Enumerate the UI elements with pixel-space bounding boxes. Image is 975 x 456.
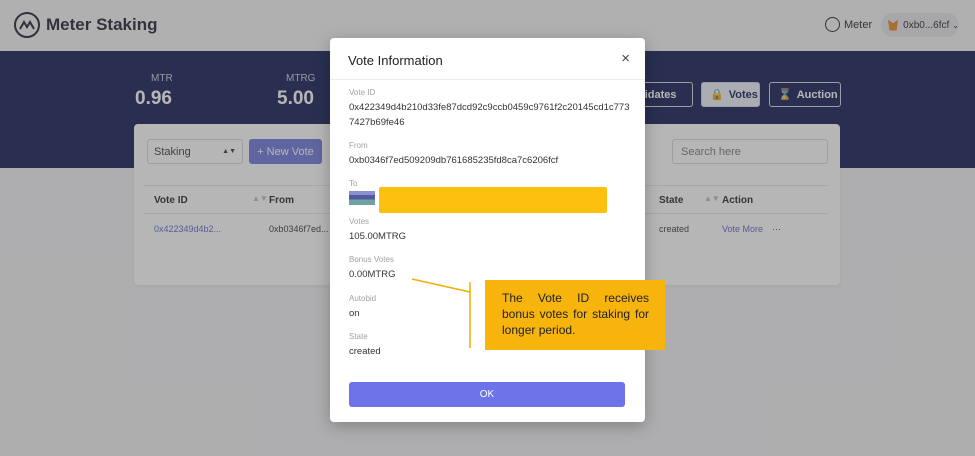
vote-id-value: 0x422349d4b210d33fe87dcd92c9ccb0459c9761… [349,102,630,128]
redacted-address-highlight [379,187,607,213]
ok-button[interactable]: OK [349,382,625,407]
vote-id-label: Vote ID [349,88,376,97]
candidate-avatar [349,191,375,205]
bonus-votes-label: Bonus Votes [349,255,394,264]
from-label: From [349,141,368,150]
vote-information-modal: Vote Information × Vote ID 0x422349d4b21… [330,38,645,422]
votes-label: Votes [349,217,370,226]
from-value: 0xb0346f7ed509209db761685235fd8ca7c6206f… [349,155,559,166]
votes-value: 105.00MTRG [349,231,407,242]
close-icon[interactable]: × [621,50,630,67]
modal-title: Vote Information [348,53,443,68]
annotation-callout: The Vote ID receives bonus votes for sta… [485,280,665,350]
vote-id-field: Vote ID 0x422349d4b210d33fe87dcd92c9ccb0… [349,88,631,130]
from-field: From 0xb0346f7ed509209db761685235fd8ca7c… [349,141,631,168]
bonus-votes-field: Bonus Votes 0.00MTRG [349,255,631,282]
votes-field: Votes 105.00MTRG [349,217,631,244]
modal-header: Vote Information × [330,38,645,80]
